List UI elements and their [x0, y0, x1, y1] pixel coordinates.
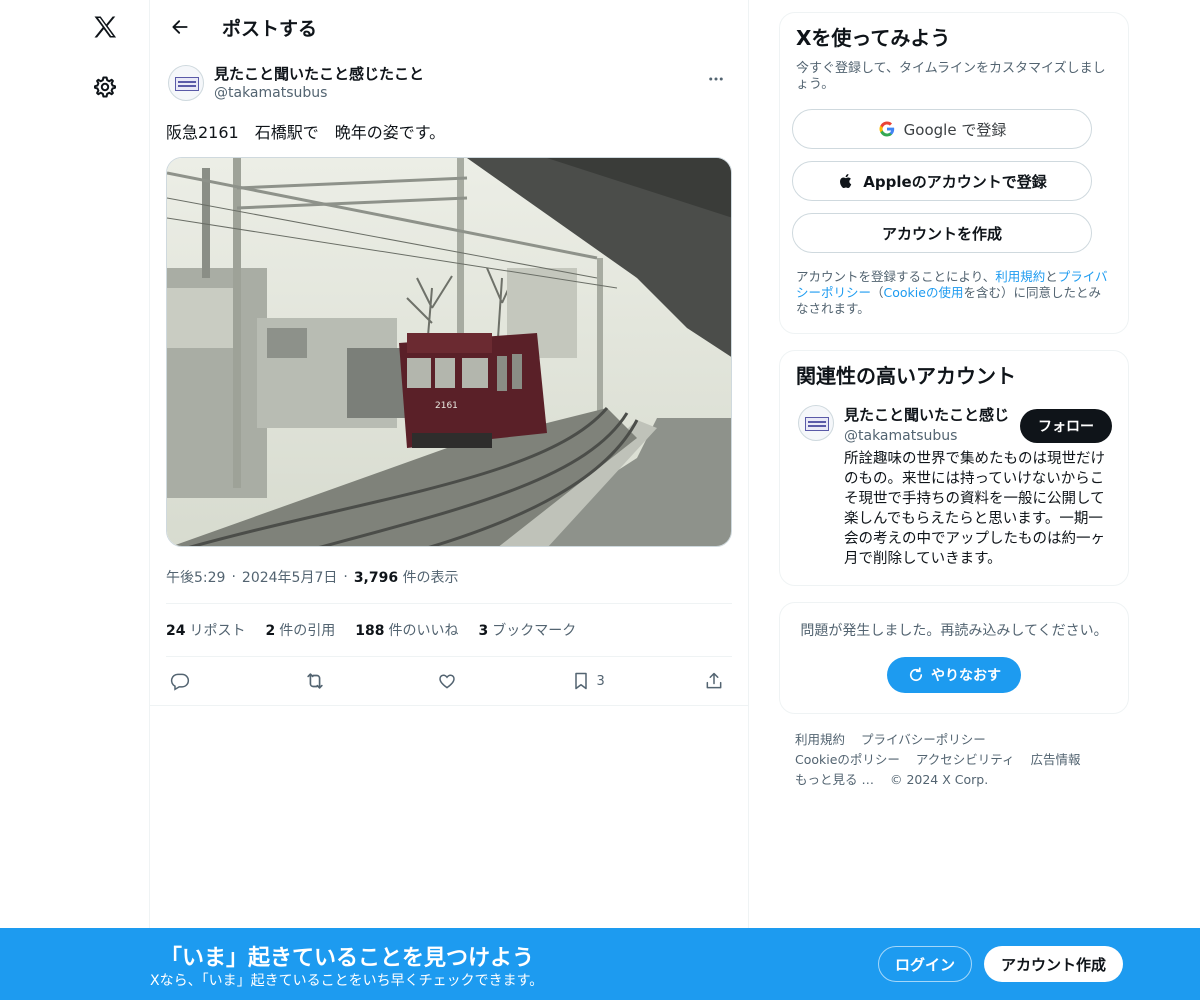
- bottom-bar-subtitle: Xなら、「いま」起きていることをいち早くチェックできます。: [150, 973, 544, 989]
- footer-links: 利用規約 プライバシーポリシー Cookieのポリシー アクセシビリティ 広告情…: [779, 730, 1129, 790]
- related-account-bio: 所詮趣味の世界で集めたものは現世だけのもの。来世には持っていけないからこそ現世で…: [844, 451, 1105, 567]
- stat-reposts[interactable]: 24 リポスト: [166, 620, 245, 640]
- refresh-icon: [909, 667, 923, 682]
- more-options-icon[interactable]: [700, 65, 732, 93]
- post-stats: 24 リポスト 2 件の引用 188 件のいいね 3 ブックマーク: [166, 604, 732, 656]
- google-signup-button[interactable]: Google で登録: [792, 109, 1092, 149]
- post: 見たこと聞いたこと感じたこと @takamatsubus 阪急2161 石橋駅で…: [150, 65, 748, 706]
- related-title: 関連性の高いアカウント: [796, 364, 1016, 388]
- post-text: 阪急2161 石橋駅で 晩年の姿です。: [166, 123, 446, 142]
- post-meta: 午後5:29 · 2024年5月7日 · 3,796 件の表示: [166, 567, 459, 587]
- bottom-signup-bar: 「いま」起きていることを見つけよう Xなら、「いま」起きていることをいち早くチェ…: [0, 928, 1200, 1000]
- related-accounts-card: 関連性の高いアカウント 見たこと聞いたこと感じ @takamatsubus 所詮…: [779, 350, 1129, 586]
- post-photo[interactable]: 2161: [166, 157, 732, 547]
- train-number: 2161: [435, 401, 458, 411]
- apple-signup-label: Appleのアカウントで登録: [863, 172, 1047, 191]
- author-handle[interactable]: @takamatsubus: [214, 83, 424, 103]
- post-actions: 3: [166, 657, 732, 705]
- footer-link-cookie[interactable]: Cookieのポリシー: [795, 752, 900, 767]
- apple-signup-button[interactable]: Appleのアカウントで登録: [792, 161, 1092, 201]
- signup-title: Xを使ってみよう: [796, 26, 951, 50]
- create-account-label: アカウントを作成: [881, 224, 1002, 243]
- bookmark-count: 3: [596, 673, 605, 689]
- x-logo-icon[interactable]: [88, 10, 122, 44]
- google-icon: [879, 121, 894, 137]
- views-label: 件の表示: [402, 570, 459, 586]
- retry-label: やりなおす: [931, 668, 1001, 684]
- related-account[interactable]: 見たこと聞いたこと感じ @takamatsubus 所詮趣味の世界で集めたものは…: [796, 405, 1112, 569]
- footer-link-ads[interactable]: 広告情報: [1031, 752, 1081, 767]
- bottom-bar-title: 「いま」起きていることを見つけよう: [160, 946, 535, 971]
- terms-link[interactable]: 利用規約: [995, 269, 1045, 284]
- signup-button[interactable]: アカウント作成: [984, 946, 1123, 982]
- stat-bookmarks[interactable]: 3 ブックマーク: [478, 620, 576, 640]
- footer-copyright: © 2024 X Corp.: [889, 772, 989, 787]
- signup-subtitle: 今すぐ登録して、タイムラインをカスタマイズしましょう。: [796, 61, 1106, 92]
- bookmark-icon[interactable]: 3: [571, 671, 611, 691]
- main-column: ポストする 見たこと聞いたこと感じたこと @takamatsubus 阪急216…: [149, 0, 749, 1000]
- footer-link-privacy[interactable]: プライバシーポリシー: [861, 732, 986, 747]
- right-sidebar: Xを使ってみよう 今すぐ登録して、タイムラインをカスタマイズしましょう。 Goo…: [779, 12, 1129, 790]
- like-icon[interactable]: [437, 671, 477, 691]
- apple-icon: [840, 173, 852, 188]
- signup-card: Xを使ってみよう 今すぐ登録して、タイムラインをカスタマイズしましょう。 Goo…: [779, 12, 1129, 334]
- error-message: 問題が発生しました。再読み込みしてください。: [800, 623, 1108, 639]
- footer-more[interactable]: もっと見る …: [795, 772, 874, 787]
- footer-link-terms[interactable]: 利用規約: [795, 732, 845, 747]
- avatar[interactable]: [798, 405, 834, 441]
- post-date[interactable]: 2024年5月7日: [242, 567, 337, 587]
- back-arrow-icon[interactable]: [162, 9, 198, 45]
- reply-icon[interactable]: [170, 671, 210, 691]
- retry-button[interactable]: やりなおす: [887, 657, 1021, 693]
- create-account-button[interactable]: アカウントを作成: [792, 213, 1092, 253]
- share-icon[interactable]: [704, 671, 728, 691]
- views-count: 3,796: [353, 570, 399, 586]
- login-button[interactable]: ログイン: [878, 946, 972, 982]
- page-title: ポストする: [222, 17, 318, 40]
- cookie-link[interactable]: Cookieの使用: [884, 285, 964, 300]
- author-name[interactable]: 見たこと聞いたこと感じたこと: [214, 65, 424, 83]
- post-time[interactable]: 午後5:29: [166, 567, 225, 587]
- avatar[interactable]: [168, 65, 204, 101]
- error-card: 問題が発生しました。再読み込みしてください。 やりなおす: [779, 602, 1129, 714]
- legal-notice: アカウントを登録することにより、利用規約とプライバシーポリシー（Cookieの使…: [796, 269, 1108, 316]
- follow-button[interactable]: フォロー: [1020, 409, 1112, 443]
- google-signup-label: Google で登録: [903, 120, 1007, 139]
- left-nav: [0, 0, 150, 1000]
- post-author: 見たこと聞いたこと感じたこと @takamatsubus: [166, 65, 732, 105]
- stat-likes[interactable]: 188 件のいいね: [355, 620, 458, 640]
- gear-icon[interactable]: [90, 72, 120, 102]
- stat-quotes[interactable]: 2 件の引用: [265, 620, 335, 640]
- post-header: ポストする: [150, 0, 748, 54]
- footer-link-accessibility[interactable]: アクセシビリティ: [916, 752, 1015, 767]
- repost-icon[interactable]: [304, 670, 344, 692]
